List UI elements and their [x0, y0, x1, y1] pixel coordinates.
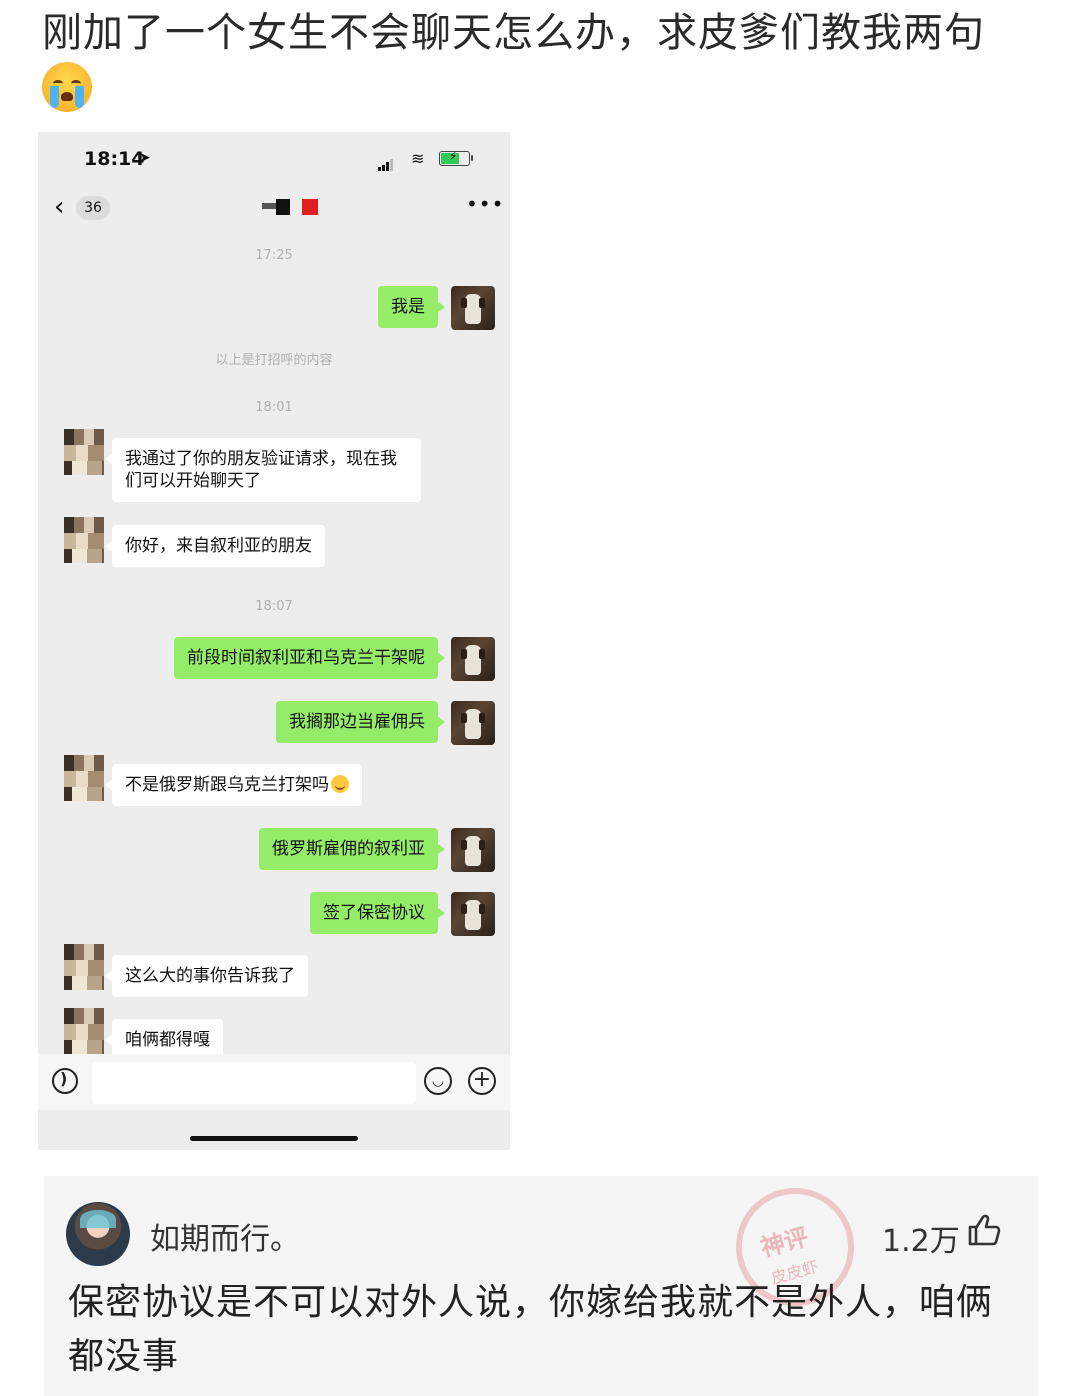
contact-avatar[interactable]	[64, 755, 104, 801]
my-avatar[interactable]	[451, 286, 495, 330]
add-attachment-icon[interactable]: +	[468, 1067, 496, 1095]
post-title: 刚加了一个女生不会聊天怎么办，求皮爹们教我两句	[42, 8, 1052, 112]
my-avatar[interactable]	[451, 828, 495, 872]
chat-nav-bar: ‹ 36 •••	[38, 184, 510, 232]
commenter-name[interactable]: 如期而行。	[150, 1214, 300, 1258]
my-avatar[interactable]	[451, 701, 495, 745]
voice-input-icon[interactable]	[52, 1068, 78, 1094]
contact-avatar[interactable]	[64, 429, 104, 475]
message-bubble-received[interactable]: 你好，来自叙利亚的朋友	[105, 525, 325, 567]
commenter-avatar[interactable]	[66, 1202, 130, 1266]
message-text: 不是俄罗斯跟乌克兰打架吗	[125, 775, 329, 795]
message-bubble-received[interactable]: 我通过了你的朋友验证请求，现在我们可以开始聊天了	[105, 438, 421, 502]
message-bubble-received[interactable]: 不是俄罗斯跟乌克兰打架吗	[105, 764, 362, 806]
message-timestamp: 17:25	[255, 248, 293, 263]
chat-input-bar: ◡ +	[38, 1054, 510, 1110]
location-arrow-icon: ➤	[139, 150, 151, 166]
contact-avatar[interactable]	[64, 1008, 104, 1054]
message-bubble-sent[interactable]: 俄罗斯雇佣的叙利亚	[259, 828, 445, 870]
comment-text: 保密协议是不可以对外人说，你嫁给我就不是外人，咱俩都没事	[68, 1282, 994, 1377]
status-bar: 18:14 ➤ ≋ ⚡	[38, 132, 510, 184]
my-avatar[interactable]	[451, 637, 495, 681]
more-options-icon[interactable]: •••	[466, 192, 504, 216]
message-bubble-sent[interactable]: 我搁那边当雇佣兵	[276, 701, 445, 743]
smiling-face-icon	[331, 775, 349, 793]
top-comment-card: 如期而行。 神评 皮皮虾 1.2万 保密协议是不可以对外人说，你嫁给我就不是外人…	[44, 1174, 1038, 1396]
message-bubble-sent[interactable]: 签了保密协议	[310, 892, 445, 934]
message-bubble-received[interactable]: 这么大的事你告诉我了	[105, 955, 308, 997]
message-timestamp: 18:01	[255, 400, 293, 415]
home-indicator	[190, 1136, 358, 1141]
my-avatar[interactable]	[451, 892, 495, 936]
signal-icon	[378, 152, 394, 171]
contact-avatar[interactable]	[64, 517, 104, 563]
status-time: 18:14	[84, 148, 145, 170]
like-count: 1.2万	[882, 1224, 960, 1259]
contact-avatar[interactable]	[64, 944, 104, 990]
system-note: 以上是打招呼的内容	[215, 353, 333, 368]
message-bubble-sent[interactable]: 我是	[378, 286, 445, 328]
back-chevron-icon[interactable]: ‹	[54, 194, 64, 220]
message-input[interactable]	[92, 1062, 416, 1104]
wifi-icon: ≋	[411, 149, 425, 168]
message-timestamp: 18:07	[255, 599, 293, 614]
emoji-icon[interactable]: ◡	[424, 1067, 452, 1095]
unread-count-badge[interactable]: 36	[76, 196, 110, 220]
thumbs-up-icon[interactable]	[966, 1212, 1002, 1248]
message-bubble-sent[interactable]: 前段时间叙利亚和乌克兰干架呢	[174, 637, 445, 679]
chat-screenshot: 18:14 ➤ ≋ ⚡ ‹ 36 ••• 17:25 我是 以上是打招呼的内容 …	[38, 132, 510, 1150]
post-title-text: 刚加了一个女生不会聊天怎么办，求皮爹们教我两句	[42, 10, 985, 56]
battery-icon: ⚡	[439, 149, 473, 166]
loudly-crying-face-icon	[42, 62, 92, 112]
